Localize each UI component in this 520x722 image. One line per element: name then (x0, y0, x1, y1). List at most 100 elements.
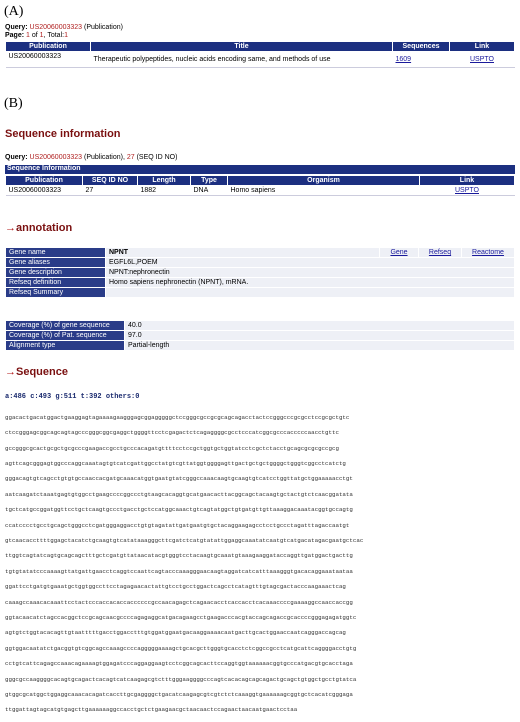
page-of: of (31, 32, 38, 39)
coverage-row: Coverage (%) of gene sequence 40.0 (5, 320, 515, 331)
coverage-key: Alignment type (5, 340, 125, 351)
coverage-key: Coverage (%) of Pat. sequence (5, 330, 125, 341)
col-link: Link (419, 175, 515, 186)
annotation-value: Homo sapiens nephronectin (NPNT), mRNA. (105, 277, 515, 288)
col-title: Title (90, 41, 393, 52)
reactome-link-cell: Reactome (461, 247, 515, 258)
sequence-line: ggacactgacatggactgaaggagtagaaaagaagggagc… (5, 413, 350, 421)
sequences-link[interactable]: 1609 (396, 56, 412, 63)
sequence-line: ccatcccctgcctgcagctgggcctcgatgggaggacctg… (5, 521, 350, 529)
annotation-value: NPNT (105, 247, 380, 258)
uspto-link[interactable]: USPTO (455, 187, 479, 194)
refseq-link[interactable]: Refseq (429, 249, 451, 256)
coverage-row: Coverage (%) of Pat. sequence 97.0 (5, 330, 515, 341)
sequence-label: Sequence (16, 366, 68, 378)
refseq-link-cell: Refseq (418, 247, 462, 258)
annotation-value: EGFL6L,POEM (105, 257, 515, 268)
col-seq-id: SEQ ID NO (82, 175, 138, 186)
sequence-line: ggtggacaatatctgacggtgtcggcagccaaagccccag… (5, 644, 357, 652)
cell-sequences-link: 1609 (392, 51, 450, 68)
annotation-title: →annotation (5, 222, 72, 234)
col-link: Link (449, 41, 515, 52)
sequence-line: tgctcatgccggatggttcctgctcaagtgccctgacctg… (5, 506, 353, 514)
sequence-line: cctgtcattcagagccaaacagaaaagtggagatcccagg… (5, 660, 353, 668)
coverage-value: 40.0 (124, 320, 515, 331)
query-id-link[interactable]: US20060003323 (30, 154, 83, 161)
query-line-b: Query: US20060003323 (Publication), 27 (… (5, 154, 177, 161)
page-label: Page: (5, 32, 25, 39)
page-current[interactable]: 1 (26, 32, 30, 39)
sequence-title: →Sequence (5, 366, 68, 378)
arrow-icon: → (5, 222, 16, 234)
sequence-line: gtggcgcatggctggaggcaaacacagatcaccttgcgag… (5, 691, 353, 699)
seq-no-suffix: (SEQ ID NO) (136, 154, 178, 161)
annotation-key: Gene aliases (5, 257, 106, 268)
panel-b-label: (B) (4, 96, 23, 111)
total-label: , Total: (43, 32, 65, 39)
sequence-line: ttggattagtagcatgtgagcttgaaaaaaggccacctgc… (5, 706, 298, 714)
total-value: 1 (64, 32, 68, 39)
sequence-line: gggcgccaaggggcacagtgcagactcacagtcatcaaga… (5, 675, 357, 683)
uspto-link[interactable]: USPTO (470, 56, 494, 63)
base-counts: a:486 c:493 g:511 t:392 others:0 (5, 393, 140, 401)
table-row: US20060003323 27 1882 DNA Homo sapiens U… (5, 185, 515, 196)
table-header-row: Publication SEQ ID NO Length Type Organi… (5, 175, 515, 186)
sequence-line: gggacagtgtcagcctgtgtgccaaccacgatgcaaacat… (5, 475, 353, 483)
col-sequences: Sequences (392, 41, 450, 52)
coverage-value: Partial-length (124, 340, 515, 351)
annotation-label: annotation (16, 222, 73, 234)
sequence-information-bar: Sequence Information (5, 165, 515, 174)
annotation-value (105, 287, 515, 298)
table-row: US20060003323 Therapeutic polypeptides, … (5, 51, 515, 68)
reactome-link[interactable]: Reactome (472, 249, 504, 256)
annotation-row: Gene aliases EGFL6L,POEM (5, 257, 515, 268)
seq-no: 27 (126, 154, 135, 161)
coverage-key: Coverage (%) of gene sequence (5, 320, 125, 331)
annotation-value: NPNT:nephronectin (105, 267, 515, 278)
sequence-line: caaagccaaacacaaattcctactcccaccacaccacccc… (5, 598, 353, 606)
coverage-table: Coverage (%) of gene sequence 40.0 Cover… (5, 320, 515, 351)
annotation-key: Gene name (5, 247, 106, 258)
sequence-line: ggtacaacatctagccacggctccgcagcaacgccccaga… (5, 613, 357, 621)
sequence-line: gtcaacaccttttggagctacatctgcaagtgtcatataa… (5, 536, 364, 544)
query-type: (Publication) (84, 24, 123, 31)
annotation-key: Gene description (5, 267, 106, 278)
cell-link: USPTO (419, 185, 515, 196)
coverage-row: Alignment type Partial-length (5, 340, 515, 351)
sequence-line: agtgtctggtacacagttgtaatttttgacctggaccttt… (5, 629, 346, 637)
query-id-link[interactable]: US20060003323 (30, 24, 83, 31)
col-type: Type (190, 175, 228, 186)
col-publication: Publication (5, 175, 83, 186)
col-publication: Publication (5, 41, 91, 52)
sequence-block: ggacactgacatggactgaaggagtagaaaagaagggagc… (5, 406, 515, 722)
query-type: (Publication), (84, 154, 125, 161)
gene-link-cell: Gene (379, 247, 419, 258)
gene-link[interactable]: Gene (390, 249, 407, 256)
sequence-line: ggattcctgatgtgaaatgctggtggccttcctagagaac… (5, 583, 346, 591)
annotation-key: Refseq Summary (5, 287, 106, 298)
cell-length: 1882 (137, 185, 191, 196)
cell-seq-id: 27 (82, 185, 138, 196)
annotation-row: Gene name NPNT Gene Refseq Reactome (5, 247, 515, 258)
panel-a-label: (A) (4, 4, 24, 19)
arrow-icon: → (5, 366, 16, 378)
annotation-table: Gene name NPNT Gene Refseq Reactome Gene… (5, 247, 515, 298)
section-title: Sequence information (5, 128, 121, 140)
sequence-line: gccgggcgcactgcgctgcgcccgaagaccgcctgcccac… (5, 444, 339, 452)
cell-type: DNA (190, 185, 228, 196)
sequence-line: ctccgggagcggcagcagtagcccgggcggcgaggctggg… (5, 429, 339, 437)
cell-organism: Homo sapiens (227, 185, 420, 196)
table-header-row: Publication Title Sequences Link (5, 41, 515, 52)
coverage-value: 97.0 (124, 330, 515, 341)
cell-title: Therapeutic polypeptides, nucleic acids … (90, 51, 393, 68)
annotation-key: Refseq definition (5, 277, 106, 288)
query-label: Query: (5, 24, 28, 31)
annotation-row: Refseq definition Homo sapiens nephronec… (5, 277, 515, 288)
col-organism: Organism (227, 175, 420, 186)
publication-table: Publication Title Sequences Link US20060… (5, 41, 515, 68)
query-line-a: Query: US20060003323 (Publication) (5, 24, 123, 31)
annotation-row: Gene description NPNT:nephronectin (5, 267, 515, 278)
sequence-line: tgtgtatatcccaaaagttatgattgaacctcaggtccaa… (5, 567, 353, 575)
cell-publication: US20060003323 (5, 51, 91, 68)
query-label: Query: (5, 154, 28, 161)
